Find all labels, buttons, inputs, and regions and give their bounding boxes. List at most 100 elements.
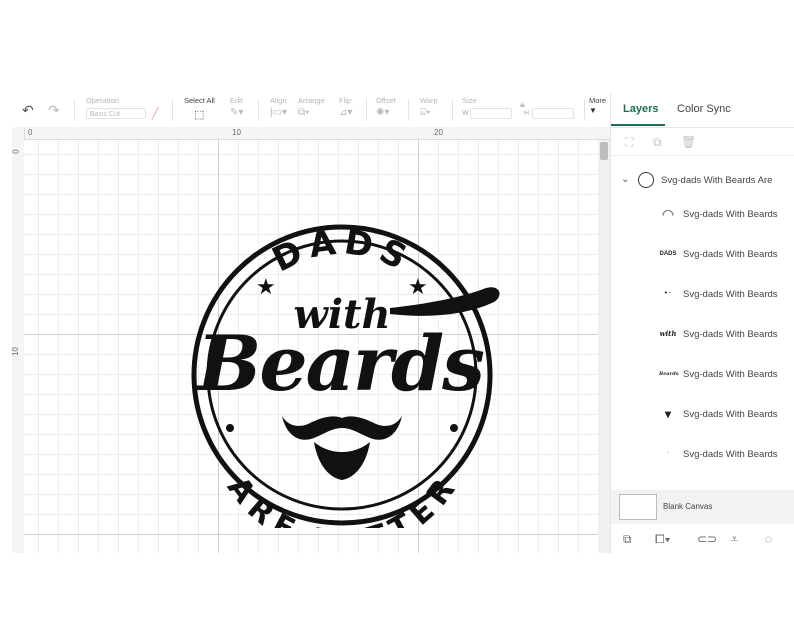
edit-icon: ✎▾ <box>230 107 244 118</box>
dads-with-beards-design[interactable]: DADS ★ ★ with Beards ARE BETTER <box>164 222 516 528</box>
blank-canvas-row[interactable]: Blank Canvas <box>611 490 794 524</box>
trash-icon[interactable]: 🗑︎ <box>681 135 696 149</box>
layers-panel: Layers Color Sync ⛶ ⧉ 🗑︎ ⌄ Svg-dads With… <box>610 93 794 553</box>
layer-thumbnail: ▾ <box>664 407 672 421</box>
toolbar-divider <box>584 99 585 121</box>
toolbar-divider <box>172 99 173 121</box>
canvas-scrollbar[interactable] <box>598 140 610 553</box>
scroll-thumb[interactable] <box>600 142 608 160</box>
toolbar-divider <box>74 99 75 121</box>
dads-arc-text: DADS <box>266 222 418 280</box>
more-group[interactable]: More ▼ <box>589 96 606 115</box>
layer-row[interactable]: ◠ Svg-dads With Beards <box>611 196 794 236</box>
tab-color-sync[interactable]: Color Sync <box>677 103 731 115</box>
edit-group[interactable]: Edit ✎▾ <box>230 96 243 118</box>
caret-down-icon: ▼ <box>589 106 597 115</box>
layer-row[interactable]: DADS Svg-dads With Beards <box>611 236 794 276</box>
layer-row[interactable]: Beards Svg-dads With Beards <box>611 356 794 396</box>
star-right: ★ <box>408 275 428 300</box>
width-field[interactable] <box>470 108 512 119</box>
attach-icon[interactable]: ⊂⊃ <box>697 532 717 546</box>
dot-right <box>450 424 458 432</box>
ruler-label: 10 <box>232 128 241 137</box>
pen-icon[interactable]: ╱ <box>152 107 159 121</box>
warp-icon: ⌸▾ <box>420 107 431 118</box>
toolbar-divider <box>366 99 367 121</box>
height-field[interactable] <box>532 108 574 119</box>
combine-icon[interactable]: ⧠▾ <box>655 532 670 547</box>
warp-label: Warp <box>420 96 438 105</box>
beard-shape <box>314 442 370 480</box>
layer-thumbnail: • · <box>664 290 672 297</box>
design-space: ↶ ↷ Operation Basic Cut ╱ Select All ⬚ E… <box>10 93 794 553</box>
arrange-group[interactable]: Arrange ⧉▾ <box>298 96 325 118</box>
flatten-icon[interactable]: ⩡ <box>731 532 738 547</box>
swoosh-flourish <box>390 287 500 316</box>
toolbar-divider <box>258 99 259 121</box>
beards-text: Beards <box>195 319 484 408</box>
active-tab-indicator <box>611 124 665 126</box>
layer-thumbnail: with <box>659 329 677 338</box>
layer-row[interactable]: with Svg-dads With Beards <box>611 316 794 356</box>
height-label: H <box>524 110 530 117</box>
operation-group: Operation <box>86 96 119 106</box>
panel-bottom-toolbar: ⧉ ⧠▾ ⊂⊃ ⩡ ◌ <box>611 526 794 553</box>
lock-icon[interactable]: 🔒︎ <box>520 97 525 111</box>
size-group: Size <box>462 96 477 106</box>
select-all-group[interactable]: Select All <box>184 96 215 106</box>
arrange-icon: ⧉▾ <box>298 107 310 118</box>
slice-icon[interactable]: ⧉ <box>623 532 632 547</box>
layer-row[interactable]: ▾ Svg-dads With Beards <box>611 396 794 436</box>
layer-actions-bar: ⛶ ⧉ 🗑︎ <box>611 127 794 156</box>
blank-canvas-swatch[interactable] <box>619 494 657 520</box>
layer-thumbnail: Beards <box>659 371 679 377</box>
tab-layers[interactable]: Layers <box>623 103 658 115</box>
layer-row[interactable]: · Svg-dads With Beards <box>611 436 794 476</box>
layer-name: Svg-dads With Beards <box>683 409 778 420</box>
layer-row[interactable]: • · Svg-dads With Beards <box>611 276 794 316</box>
arrange-label: Arrange <box>298 96 325 105</box>
layer-name: Svg-dads With Beards <box>683 289 778 300</box>
redo-icon[interactable]: ↷ <box>48 103 60 117</box>
toolbar-divider <box>452 99 453 121</box>
offset-icon: ✺▾ <box>376 107 390 118</box>
align-icon: |▭▾ <box>270 107 288 118</box>
layer-group-name: Svg-dads With Beards Are <box>661 175 773 186</box>
contour-icon[interactable]: ◌ <box>765 532 772 546</box>
duplicate-icon[interactable]: ⧉ <box>653 135 662 150</box>
mustache-shape <box>282 416 402 440</box>
offset-group[interactable]: Offset ✺▾ <box>376 96 396 118</box>
flip-group[interactable]: Flip ⊿▾ <box>339 96 352 118</box>
canvas-grid[interactable]: DADS ★ ★ with Beards ARE BETTER <box>24 140 598 553</box>
layer-group-row[interactable]: ⌄ Svg-dads With Beards Are <box>611 168 794 194</box>
layer-name: Svg-dads With Beards <box>683 209 778 220</box>
select-all-label: Select All <box>184 96 215 105</box>
layer-name: Svg-dads With Beards <box>683 369 778 380</box>
panel-tabs: Layers Color Sync <box>611 93 794 128</box>
align-label: Align <box>270 96 287 105</box>
toolbar-divider <box>408 99 409 121</box>
ruler-label: 0 <box>28 128 33 137</box>
flip-icon: ⊿▾ <box>339 107 353 118</box>
group-thumbnail <box>638 172 654 188</box>
warp-group[interactable]: Warp ⌸▾ <box>420 96 438 118</box>
edit-toolbar: ↶ ↷ Operation Basic Cut ╱ Select All ⬚ E… <box>12 93 610 128</box>
align-group[interactable]: Align |▭▾ <box>270 96 287 118</box>
layer-name: Svg-dads With Beards <box>683 249 778 260</box>
ruler-label: 10 <box>10 347 20 356</box>
layer-thumbnail: · <box>666 450 670 457</box>
layer-name: Svg-dads With Beards <box>683 449 778 460</box>
operation-label: Operation <box>86 96 119 105</box>
width-label: W <box>462 110 469 117</box>
undo-icon[interactable]: ↶ <box>22 103 34 117</box>
ruler-horizontal: 0 10 20 <box>24 127 610 140</box>
ruler-label: 20 <box>434 128 443 137</box>
layer-name: Svg-dads With Beards <box>683 329 778 340</box>
operation-select[interactable]: Basic Cut <box>86 108 146 119</box>
group-icon[interactable]: ⛶ <box>625 135 633 150</box>
layer-thumbnail: DADS <box>659 251 677 257</box>
chevron-down-icon[interactable]: ⌄ <box>621 174 629 185</box>
blank-canvas-label: Blank Canvas <box>663 502 713 511</box>
select-all-icon[interactable]: ⬚ <box>194 108 204 122</box>
star-left: ★ <box>256 275 276 300</box>
